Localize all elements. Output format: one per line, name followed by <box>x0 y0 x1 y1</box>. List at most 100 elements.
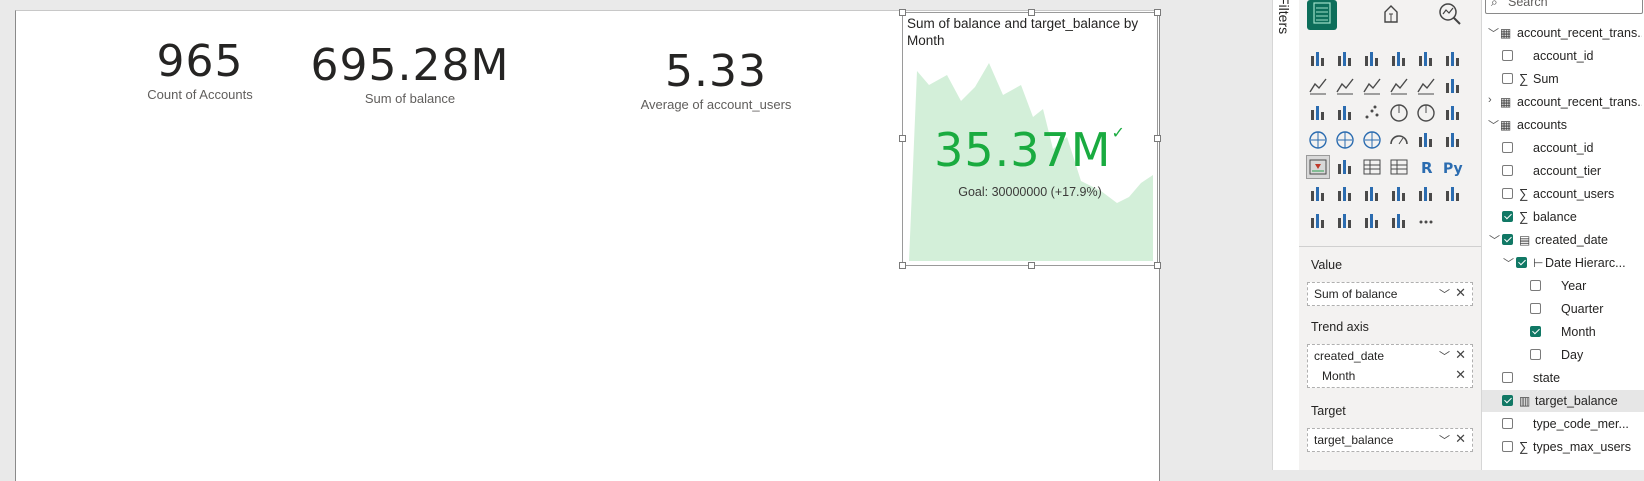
analytics-tab[interactable] <box>1435 0 1465 30</box>
trophy-icon[interactable] <box>1415 183 1437 205</box>
field-checkbox[interactable] <box>1502 188 1513 199</box>
kpi-icon[interactable] <box>1306 155 1330 179</box>
well-target[interactable]: target_balance ﹀ ✕ <box>1307 428 1473 452</box>
resize-handle[interactable] <box>1154 262 1161 269</box>
flow-icon[interactable] <box>1388 210 1410 232</box>
field-item[interactable]: ∑ account_users <box>1482 183 1644 205</box>
field-checkbox[interactable] <box>1502 441 1513 452</box>
stacked-area-icon[interactable] <box>1361 75 1383 97</box>
field-checkbox[interactable] <box>1530 303 1541 314</box>
card-average-of-account-users[interactable]: 5.33 Average of account_users <box>606 46 826 112</box>
field-item[interactable]: account_id <box>1482 137 1644 159</box>
resize-handle[interactable] <box>1154 135 1161 142</box>
table-icon[interactable] <box>1361 156 1383 178</box>
field-checkbox[interactable] <box>1502 211 1513 222</box>
decomposition-tree-icon[interactable] <box>1334 183 1356 205</box>
field-item[interactable]: Year <box>1482 275 1644 297</box>
table-node[interactable]: › ▦ account_recent_trans... <box>1482 91 1644 113</box>
well-field-pill[interactable]: target_balance ﹀ ✕ <box>1308 430 1472 450</box>
field-checkbox[interactable] <box>1502 142 1513 153</box>
key-influencers-icon[interactable] <box>1307 183 1329 205</box>
field-checkbox[interactable] <box>1516 257 1527 268</box>
chevron-down-icon[interactable]: ﹀ <box>1488 25 1499 41</box>
slicer-icon[interactable] <box>1334 156 1356 178</box>
close-icon[interactable]: ✕ <box>1455 367 1466 383</box>
resize-handle[interactable] <box>1028 262 1035 269</box>
filters-pane-collapsed[interactable]: Filters <box>1272 0 1300 470</box>
stacked-column-icon[interactable] <box>1334 48 1356 70</box>
resize-handle[interactable] <box>899 262 906 269</box>
field-checkbox[interactable] <box>1502 50 1513 61</box>
power-apps-icon[interactable] <box>1334 210 1356 232</box>
card-new-icon[interactable] <box>1307 210 1329 232</box>
card-sum-of-balance[interactable]: 695.28M Sum of balance <box>300 40 520 106</box>
format-visual-tab[interactable] <box>1375 0 1405 30</box>
funnel-icon[interactable] <box>1334 102 1356 124</box>
card-count-of-accounts[interactable]: 965 Count of Accounts <box>90 36 310 102</box>
table-node[interactable]: ﹀ ▦ account_recent_trans... <box>1482 22 1644 44</box>
close-icon[interactable]: ✕ <box>1455 431 1466 447</box>
line-chart-icon[interactable] <box>1307 75 1329 97</box>
field-item[interactable]: Month <box>1482 321 1644 343</box>
close-icon[interactable]: ✕ <box>1455 347 1466 363</box>
resize-handle[interactable] <box>899 135 906 142</box>
field-item[interactable]: ∑ types_max_users <box>1482 436 1644 458</box>
field-item[interactable]: ∑ Sum <box>1482 68 1644 90</box>
chevron-down-icon[interactable]: ﹀ <box>1489 232 1500 248</box>
field-item[interactable]: account_tier <box>1482 160 1644 182</box>
resize-handle[interactable] <box>899 9 906 16</box>
line-clustered-icon[interactable] <box>1415 75 1437 97</box>
field-item[interactable]: Quarter <box>1482 298 1644 320</box>
field-checkbox[interactable] <box>1502 73 1513 84</box>
well-trend-axis[interactable]: created_date ﹀ ✕ Month ✕ <box>1307 344 1473 388</box>
well-value[interactable]: Sum of balance ﹀ ✕ <box>1307 282 1473 306</box>
r-visual-icon[interactable]: R <box>1415 156 1437 178</box>
ribbon-chart-icon[interactable] <box>1442 75 1464 97</box>
field-item[interactable]: ﹀ ⊢ Date Hierarc... <box>1482 252 1644 274</box>
field-item[interactable]: Day <box>1482 344 1644 366</box>
map-icon[interactable] <box>1307 129 1329 151</box>
resize-handle[interactable] <box>1154 9 1161 16</box>
area-chart-icon[interactable] <box>1334 75 1356 97</box>
clustered-bar-icon[interactable] <box>1361 48 1383 70</box>
field-checkbox[interactable] <box>1502 395 1513 406</box>
stacked-bar-icon[interactable] <box>1307 48 1329 70</box>
field-item[interactable]: ﹀ ▤ created_date <box>1482 229 1644 251</box>
line-column-icon[interactable] <box>1388 75 1410 97</box>
well-field-pill[interactable]: created_date ﹀ ✕ <box>1308 346 1472 366</box>
waterfall-icon[interactable] <box>1307 102 1329 124</box>
treemap-icon[interactable] <box>1442 102 1464 124</box>
resize-handle[interactable] <box>1028 9 1035 16</box>
field-checkbox[interactable] <box>1530 326 1541 337</box>
100-column-icon[interactable] <box>1442 48 1464 70</box>
close-icon[interactable]: ✕ <box>1455 285 1466 301</box>
field-item[interactable]: ▥ target_balance <box>1482 390 1644 412</box>
well-field-pill[interactable]: Month ✕ <box>1308 366 1472 386</box>
kpi-visual[interactable]: Sum of balance and target_balance by Mon… <box>899 9 1161 269</box>
chevron-down-icon[interactable]: ﹀ <box>1503 255 1514 271</box>
donut-chart-icon[interactable] <box>1415 102 1437 124</box>
card-icon[interactable] <box>1415 129 1437 151</box>
azure-map-icon[interactable] <box>1361 129 1383 151</box>
field-item[interactable]: type_code_mer... <box>1482 413 1644 435</box>
field-checkbox[interactable] <box>1530 280 1541 291</box>
field-checkbox[interactable] <box>1530 349 1541 360</box>
chevron-down-icon[interactable]: ﹀ <box>1439 286 1450 302</box>
field-checkbox[interactable] <box>1502 234 1513 245</box>
chevron-down-icon[interactable]: ﹀ <box>1439 432 1450 448</box>
field-checkbox[interactable] <box>1502 165 1513 176</box>
pie-chart-icon[interactable] <box>1388 102 1410 124</box>
chevron-down-icon[interactable]: ﹀ <box>1488 117 1499 133</box>
smart-narrative-icon[interactable] <box>1388 183 1410 205</box>
paginated-report-icon[interactable] <box>1442 183 1464 205</box>
field-checkbox[interactable] <box>1502 418 1513 429</box>
qa-icon[interactable] <box>1361 183 1383 205</box>
field-checkbox[interactable] <box>1502 372 1513 383</box>
field-item[interactable]: state <box>1482 367 1644 389</box>
field-item[interactable]: ∑ balance <box>1482 206 1644 228</box>
chevron-down-icon[interactable]: ﹀ <box>1439 348 1450 364</box>
gauge-icon[interactable] <box>1388 129 1410 151</box>
build-visual-tab[interactable] <box>1307 0 1337 30</box>
chevron-right-icon[interactable]: › <box>1488 94 1492 106</box>
table-node[interactable]: ﹀ ▦ accounts <box>1482 114 1644 136</box>
